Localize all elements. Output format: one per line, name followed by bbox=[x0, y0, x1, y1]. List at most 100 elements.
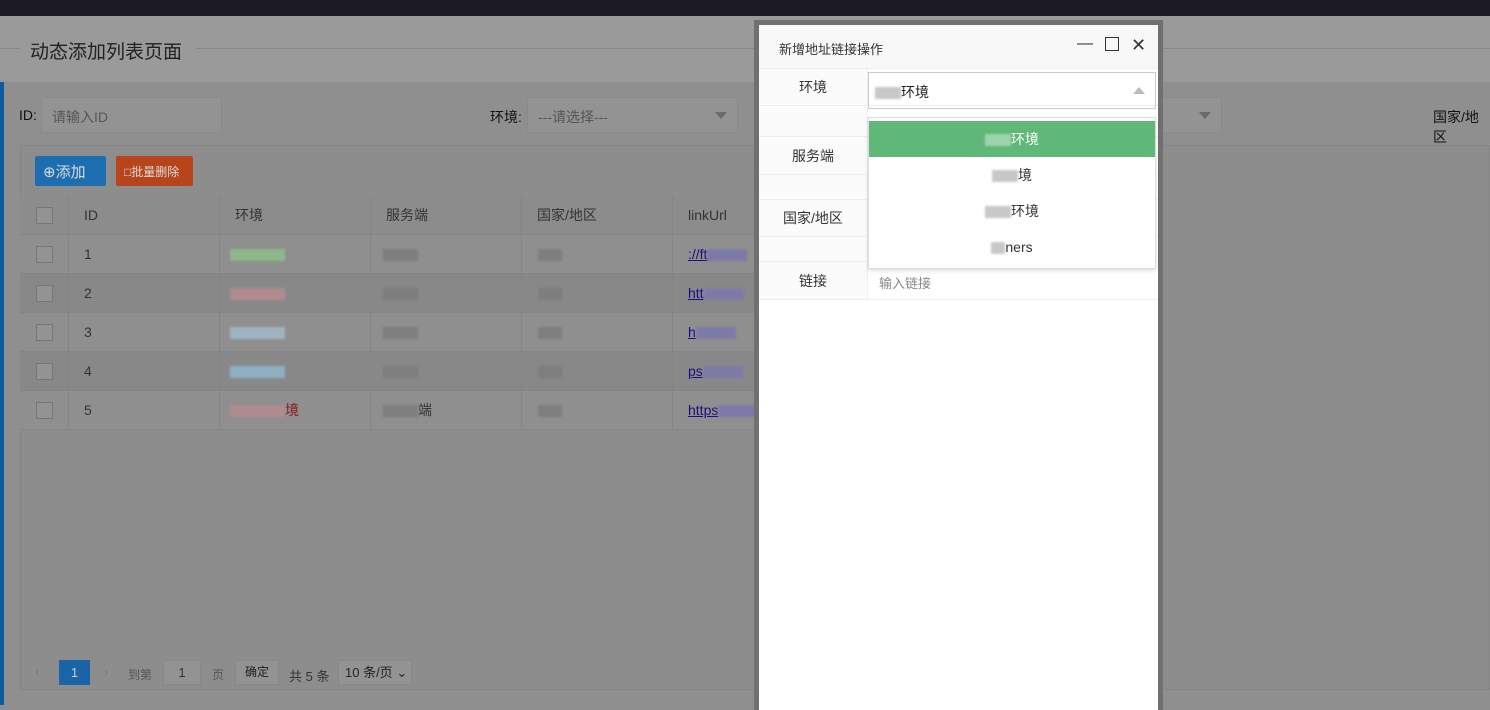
add-link-modal: 新增地址链接操作 — ✕ 环境 环境 服务端 国家/地区 链接 输入链接 环境 … bbox=[754, 20, 1163, 710]
batch-delete-button[interactable]: □批量删除 bbox=[116, 156, 193, 186]
link-url[interactable]: h bbox=[688, 324, 696, 340]
link-input[interactable]: 输入链接 bbox=[879, 273, 931, 292]
header-id: ID bbox=[69, 196, 220, 235]
total-count: 共 5 条 bbox=[289, 669, 330, 684]
header-country: 国家/地区 bbox=[522, 196, 673, 235]
close-icon[interactable]: ✕ bbox=[1131, 35, 1146, 56]
env-select-value: 环境 bbox=[901, 84, 929, 100]
redacted bbox=[538, 405, 562, 418]
redacted bbox=[985, 134, 1011, 147]
next-page-icon[interactable]: › bbox=[104, 664, 108, 679]
redacted bbox=[707, 249, 748, 262]
row-checkbox[interactable] bbox=[36, 285, 53, 302]
row-checkbox[interactable] bbox=[36, 363, 53, 380]
cell-server bbox=[371, 274, 522, 313]
page-title: 动态添加列表页面 bbox=[28, 37, 185, 64]
id-filter-label: ID: bbox=[19, 107, 37, 123]
header-server: 服务端 bbox=[371, 196, 522, 235]
env-placeholder: ---请选择--- bbox=[538, 109, 608, 125]
add-button[interactable]: ⊕添加 bbox=[35, 156, 106, 186]
link-url[interactable]: htt bbox=[688, 285, 704, 301]
link-field-label: 链接 bbox=[759, 262, 868, 299]
cell-country bbox=[522, 391, 673, 430]
redacted bbox=[702, 366, 743, 379]
accent-bar bbox=[0, 82, 4, 705]
table-row: 3 h bbox=[20, 313, 760, 352]
option-label: 境 bbox=[1018, 167, 1032, 183]
title-bar: 动态添加列表页面 bbox=[0, 16, 1490, 82]
server-field-label: 服务端 bbox=[759, 137, 868, 174]
redacted bbox=[230, 405, 285, 418]
redacted bbox=[230, 366, 285, 379]
redacted bbox=[538, 366, 562, 379]
select-all-checkbox[interactable] bbox=[36, 207, 53, 224]
modal-title: 新增地址链接操作 bbox=[779, 42, 884, 57]
option-label: ners bbox=[1005, 239, 1033, 255]
browser-top-bar bbox=[0, 0, 1490, 16]
table-row: 2 htt bbox=[20, 274, 760, 313]
redacted bbox=[230, 327, 285, 340]
env-filter-label: 环境: bbox=[490, 109, 522, 125]
id-placeholder: 请输入ID bbox=[52, 109, 108, 125]
link-url[interactable]: ://ft bbox=[688, 246, 707, 262]
prev-page-icon[interactable]: ‹ bbox=[35, 664, 39, 679]
redacted bbox=[383, 327, 418, 340]
cell-env bbox=[220, 313, 371, 352]
table-row: 5 境 端 https bbox=[20, 391, 760, 430]
redacted bbox=[383, 366, 418, 379]
table-row: 4 ps bbox=[20, 352, 760, 391]
cell-id: 3 bbox=[69, 313, 220, 352]
modal-header: 新增地址链接操作 — ✕ bbox=[759, 25, 1158, 69]
cell-id: 5 bbox=[69, 391, 220, 430]
env-dropdown: 环境 境 环境 ners bbox=[868, 117, 1156, 269]
header-env: 环境 bbox=[220, 196, 371, 235]
id-filter-input[interactable]: 请输入ID bbox=[41, 97, 222, 133]
chevron-down-icon: ⌄ bbox=[396, 665, 408, 680]
goto-confirm-button[interactable]: 确定 bbox=[235, 660, 279, 685]
link-url[interactable]: https bbox=[688, 402, 718, 418]
link-url[interactable]: ps bbox=[688, 363, 703, 379]
redacted bbox=[718, 405, 759, 418]
redacted bbox=[538, 327, 562, 340]
env-field-row: 环境 环境 bbox=[759, 69, 1158, 109]
dropdown-option[interactable]: 环境 bbox=[869, 193, 1155, 229]
dropdown-option[interactable]: ners bbox=[869, 229, 1155, 265]
label-cell bbox=[759, 175, 868, 199]
cell-country bbox=[522, 352, 673, 391]
row-checkbox[interactable] bbox=[36, 402, 53, 419]
row-checkbox[interactable] bbox=[36, 246, 53, 263]
redacted bbox=[230, 288, 285, 301]
divider bbox=[0, 48, 20, 49]
redacted bbox=[383, 405, 418, 418]
redacted bbox=[538, 249, 562, 262]
caret-down-icon bbox=[1199, 112, 1211, 119]
redacted bbox=[703, 288, 744, 301]
cell-id: 4 bbox=[69, 352, 220, 391]
cell-id: 1 bbox=[69, 235, 220, 274]
redacted bbox=[538, 288, 562, 301]
page-size-value: 10 条/页 bbox=[345, 665, 393, 680]
dropdown-option[interactable]: 境 bbox=[869, 157, 1155, 193]
row-checkbox[interactable] bbox=[36, 324, 53, 341]
page-size-select[interactable]: 10 条/页 ⌄ bbox=[338, 660, 412, 685]
maximize-icon[interactable] bbox=[1105, 37, 1119, 51]
minimize-icon[interactable]: — bbox=[1077, 35, 1093, 53]
redacted bbox=[230, 249, 285, 262]
cell-env: 境 bbox=[220, 391, 371, 430]
env-select[interactable]: 环境 bbox=[868, 72, 1156, 109]
goto-page-input[interactable]: 1 bbox=[163, 660, 201, 685]
redacted bbox=[992, 170, 1018, 183]
label-cell bbox=[759, 237, 868, 261]
label-cell bbox=[759, 107, 868, 136]
redacted bbox=[875, 87, 901, 100]
redacted bbox=[383, 249, 418, 262]
cell-server bbox=[371, 352, 522, 391]
redacted bbox=[383, 288, 418, 301]
caret-up-icon bbox=[1133, 87, 1145, 94]
page-1-button[interactable]: 1 bbox=[59, 660, 90, 685]
dropdown-option-selected[interactable]: 环境 bbox=[869, 121, 1155, 157]
country-filter-label: 国家/地区 bbox=[1433, 109, 1479, 145]
env-filter-select[interactable]: ---请选择--- bbox=[527, 97, 738, 133]
page-unit-label: 页 bbox=[212, 668, 225, 682]
redacted bbox=[991, 242, 1006, 255]
